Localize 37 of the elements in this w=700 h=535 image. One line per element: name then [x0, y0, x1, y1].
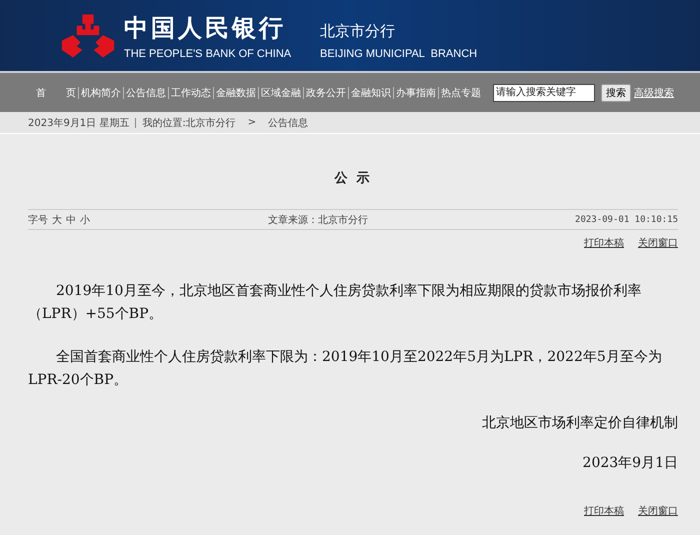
nav-item[interactable]: 首 页 [34, 86, 78, 100]
article-source: 文章来源：北京市分行 [268, 214, 369, 226]
breadcrumb-separator: > [248, 117, 256, 128]
nav-item[interactable]: 金融数据 [214, 86, 258, 100]
advanced-search-link[interactable]: 高级搜索 [634, 86, 674, 100]
nav-item[interactable]: 办事指南 [394, 86, 438, 100]
emblem-icon [60, 12, 116, 60]
page-link[interactable]: 打印本稿 [584, 504, 624, 518]
nav-item[interactable]: 工作动态 [169, 86, 213, 100]
font-size-link[interactable]: 中 [66, 212, 76, 226]
font-size-link[interactable]: 大 [52, 212, 62, 226]
signature: 北京地区市场利率定价自律机制 [481, 414, 678, 432]
branch-name: 北京市分行 [320, 22, 395, 40]
page-link[interactable]: 关闭窗口 [638, 236, 678, 250]
bank-name: 中国人民银行 [124, 12, 287, 44]
nav-item[interactable]: 区域金融 [259, 86, 303, 100]
nav-item[interactable]: 政务公开 [304, 86, 348, 100]
page-link[interactable]: 关闭窗口 [638, 504, 678, 518]
nav-item[interactable]: 热点专题 [439, 86, 483, 100]
signature-date: 2023年9月1日 [582, 454, 678, 472]
font-size-link[interactable]: 小 [80, 212, 90, 226]
publish-time: 2023-09-01 10:10:15 [575, 214, 678, 224]
branch-name-english: BEIJING MUNICIPAL BRANCH [320, 48, 478, 60]
page-link[interactable]: 打印本稿 [584, 236, 624, 250]
paragraph: 2019年10月至今，北京地区首套商业性个人住房贷款利率下限为相应期限的贷款市场报价利率（LPR）+55个BP。 [28, 282, 642, 324]
bank-name-english: THE PEOPLE'S BANK OF CHINA [124, 48, 292, 60]
paragraph: 全国首套商业性个人住房贷款利率下限为：2019年10月至2022年5月为LPR，2022年5月至今为LPR-20个BP。 [28, 348, 663, 390]
search-button[interactable]: 搜索 [601, 84, 631, 102]
nav-item[interactable]: 机构简介 [79, 86, 123, 100]
article-title: 公 示 [333, 170, 372, 187]
breadcrumb-link[interactable]: 公告信息 [268, 116, 308, 130]
date-text: 2023年9月1日 星期五 [28, 116, 130, 130]
search-field[interactable]: 请输入搜索关键字 [493, 84, 595, 102]
breadcrumb-link[interactable]: 我的位置:北京市分行 [142, 116, 236, 130]
font-size-label: 字号 [28, 214, 48, 226]
nav-item[interactable]: 公告信息 [124, 86, 168, 100]
nav-item[interactable]: 金融知识 [349, 86, 393, 100]
